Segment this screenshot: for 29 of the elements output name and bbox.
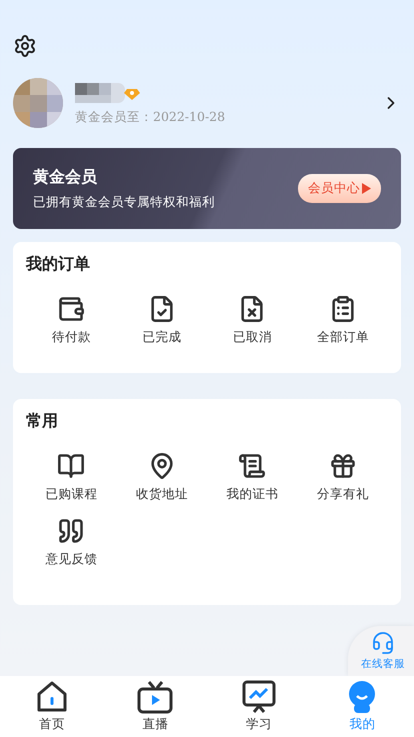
shortcut-item[interactable]: 已取消	[207, 295, 298, 346]
wallet-icon	[57, 295, 86, 323]
gift-icon	[328, 452, 357, 480]
headset-icon	[371, 631, 395, 655]
settings-button[interactable]	[13, 34, 37, 58]
shortcut-item[interactable]: 意见反馈	[26, 517, 116, 568]
banner-title: 黄金会员	[33, 166, 98, 188]
blurred-name-drawing	[75, 80, 141, 104]
shortcut-item[interactable]: 我的证书	[207, 452, 298, 503]
tab[interactable]: 首页	[0, 676, 104, 737]
book-icon	[57, 452, 86, 480]
home-icon	[34, 680, 69, 714]
banner-subtitle: 已拥有黄金会员专属特权和福利	[33, 194, 215, 210]
tab[interactable]: 学习	[207, 676, 310, 737]
shortcut-item[interactable]: 收货地址	[116, 452, 207, 503]
shortcut-item[interactable]: 分享有礼	[298, 452, 388, 503]
quote-icon	[57, 517, 86, 545]
tv-icon	[137, 680, 174, 714]
shortcut-item[interactable]: 已完成	[116, 295, 207, 346]
scroll-icon	[238, 452, 266, 480]
monitor-chart-icon	[242, 680, 276, 714]
membership-expiry: 黄金会员至：2022-10-28	[75, 108, 226, 126]
shortcut-item[interactable]: 已购课程	[26, 452, 116, 503]
shortcut-item[interactable]: 待付款	[26, 295, 116, 346]
section-title: 常用	[26, 411, 59, 432]
shortcut-item[interactable]: 全部订单	[298, 295, 388, 346]
section-title: 我的订单	[26, 254, 91, 275]
play-icon	[362, 183, 371, 194]
tab[interactable]: 直播	[104, 676, 207, 737]
